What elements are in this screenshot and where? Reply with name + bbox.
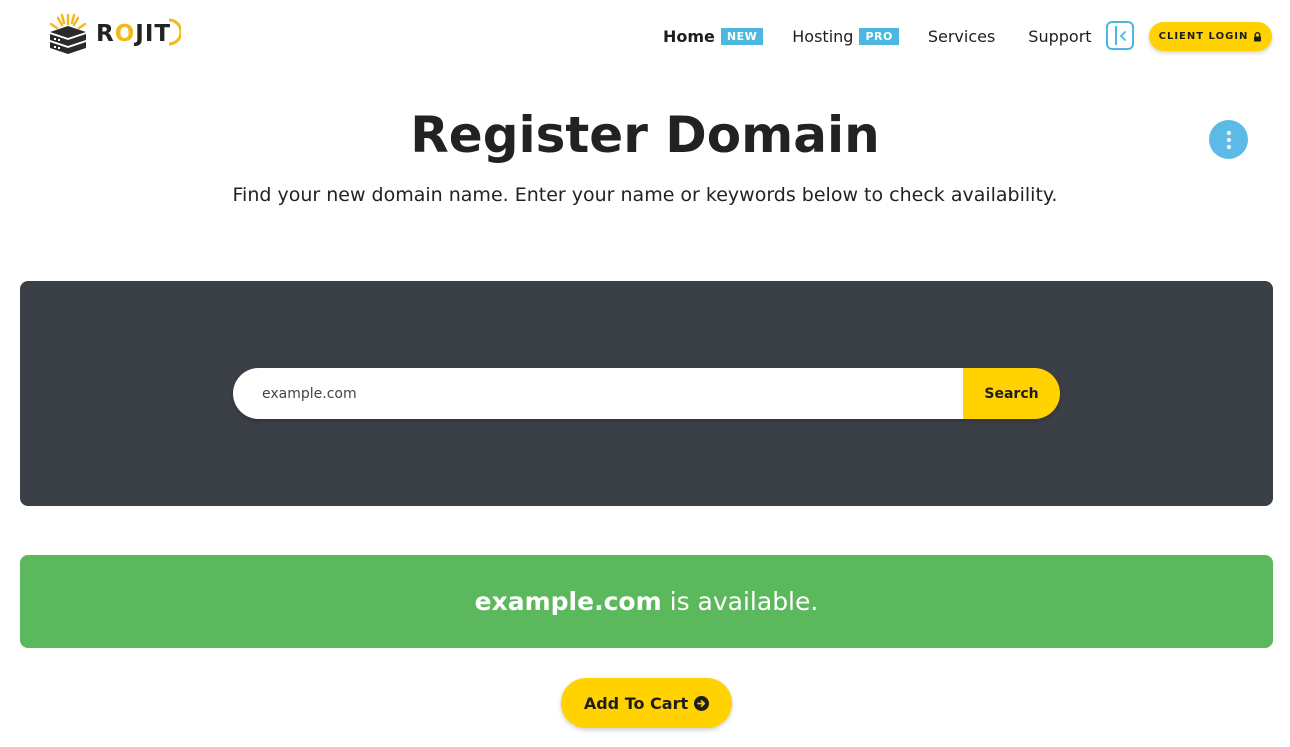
page-title: Register Domain [410, 106, 880, 164]
available-domain: example.com [474, 587, 662, 616]
new-badge: NEW [720, 27, 764, 45]
vertical-dots-icon [1226, 144, 1231, 149]
availability-banner: example.com is available. [20, 555, 1273, 648]
arrow-circle-right-icon [694, 695, 710, 711]
lock-icon [1254, 31, 1262, 41]
site-header: ROJIT Home NEW Hosting PRO Services Supp… [0, 0, 1290, 72]
vertical-dots-icon [1226, 137, 1231, 142]
nav-hosting-label: Hosting [792, 26, 854, 46]
client-login-label: CLIENT LOGIN [1158, 31, 1249, 42]
pro-badge: PRO [859, 27, 899, 45]
nav-support-label: Support [1028, 26, 1092, 46]
nav-item-home[interactable]: Home NEW [663, 26, 764, 46]
page-subtitle: Find your new domain name. Enter your na… [232, 184, 1058, 206]
client-login-button[interactable]: CLIENT LOGIN [1149, 22, 1272, 51]
nav-services-label: Services [927, 26, 996, 46]
add-to-cart-label: Add To Cart [583, 693, 689, 713]
domain-search-input[interactable] [233, 368, 963, 419]
nav-item-services[interactable]: Services [928, 27, 995, 46]
nav-item-hosting[interactable]: Hosting PRO [792, 27, 899, 46]
main-nav: Home NEW Hosting PRO Services Support [663, 24, 1092, 48]
nav-home-label: Home [663, 26, 715, 46]
chevron-left-icon [1120, 31, 1126, 41]
vertical-dots-icon [1226, 130, 1231, 135]
options-menu-button[interactable] [1209, 120, 1248, 159]
search-button[interactable]: Search [963, 368, 1060, 419]
sidebar-collapse-icon [1115, 26, 1117, 45]
domain-search-form: Search [233, 368, 1060, 419]
availability-status: is available. [669, 587, 819, 616]
logo-text: ROJIT [96, 21, 172, 47]
server-sun-logo-icon [49, 13, 87, 54]
add-to-cart-button[interactable]: Add To Cart [561, 678, 732, 728]
domain-search-panel: Search [20, 281, 1273, 506]
nav-item-support[interactable]: Support [1028, 27, 1091, 46]
logo[interactable]: ROJIT [46, 12, 182, 56]
sidebar-collapse-button[interactable] [1106, 21, 1134, 50]
